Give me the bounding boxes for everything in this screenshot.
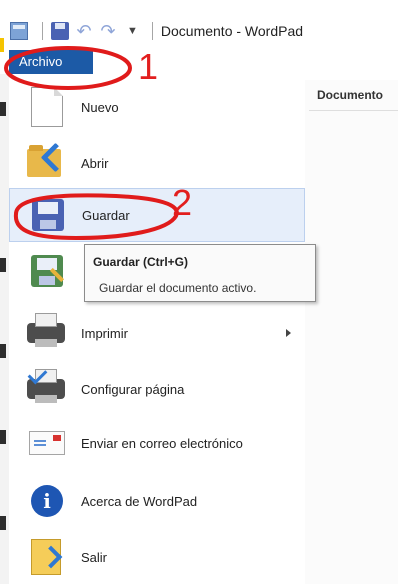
text-fragment	[0, 516, 6, 530]
divider	[309, 110, 398, 111]
menu-item-exit[interactable]: Salir	[9, 530, 305, 584]
menu-item-open[interactable]: Abrir	[9, 136, 305, 190]
toolbar-separator	[42, 22, 43, 40]
menu-item-print[interactable]: Imprimir	[9, 306, 305, 360]
email-icon	[25, 421, 69, 465]
undo-icon[interactable]: ↶	[75, 22, 93, 40]
app-icon[interactable]	[10, 22, 28, 40]
document-edge	[0, 74, 9, 584]
tooltip-description: Guardar el documento activo.	[99, 281, 257, 295]
recent-documents-pane: Documento	[305, 80, 398, 584]
menu-item-label: Nuevo	[81, 99, 119, 115]
toolbar-separator	[151, 22, 153, 40]
customize-toolbar-icon[interactable]: ▼	[127, 25, 138, 37]
recent-documents-header: Documento	[317, 88, 383, 102]
annotation-circle-save	[13, 193, 179, 241]
menu-item-label: Abrir	[81, 155, 109, 171]
annotation-circle-file-tab	[4, 46, 132, 90]
menu-item-label: Acerca de WordPad	[81, 493, 198, 509]
info-icon: i	[25, 479, 69, 523]
exit-icon	[25, 535, 69, 579]
save-tooltip: Guardar (Ctrl+G) Guardar el documento ac…	[84, 244, 316, 302]
annotation-number-2: 2	[172, 182, 193, 223]
menu-item-about[interactable]: i Acerca de WordPad	[9, 474, 305, 528]
submenu-arrow-icon	[286, 329, 291, 337]
open-folder-icon	[25, 141, 71, 185]
file-menu: Nuevo Abrir Guardar Imprimir Configurar …	[9, 80, 306, 584]
menu-item-label: Configurar página	[81, 381, 185, 397]
menu-item-label: Salir	[81, 549, 108, 565]
menu-item-label: Enviar en correo electrónico	[81, 435, 243, 451]
text-fragment	[0, 430, 6, 444]
menu-item-label: Imprimir	[81, 325, 128, 341]
printer-icon	[25, 311, 69, 355]
redo-icon[interactable]: ↷	[99, 22, 117, 40]
quick-access-toolbar: ↶ ↷ ▼ Documento - WordPad	[10, 20, 303, 42]
annotation-number-1: 1	[138, 46, 159, 87]
page-setup-icon	[25, 364, 69, 411]
text-fragment	[0, 258, 6, 272]
save-icon[interactable]	[51, 22, 69, 40]
window-title: Documento - WordPad	[160, 23, 304, 39]
text-fragment	[0, 102, 6, 116]
tooltip-title: Guardar (Ctrl+G)	[93, 255, 189, 269]
menu-item-send-email[interactable]: Enviar en correo electrónico	[9, 416, 305, 470]
save-as-icon	[25, 249, 69, 293]
menu-item-page-setup[interactable]: Configurar página	[9, 362, 305, 416]
text-fragment	[0, 344, 6, 358]
